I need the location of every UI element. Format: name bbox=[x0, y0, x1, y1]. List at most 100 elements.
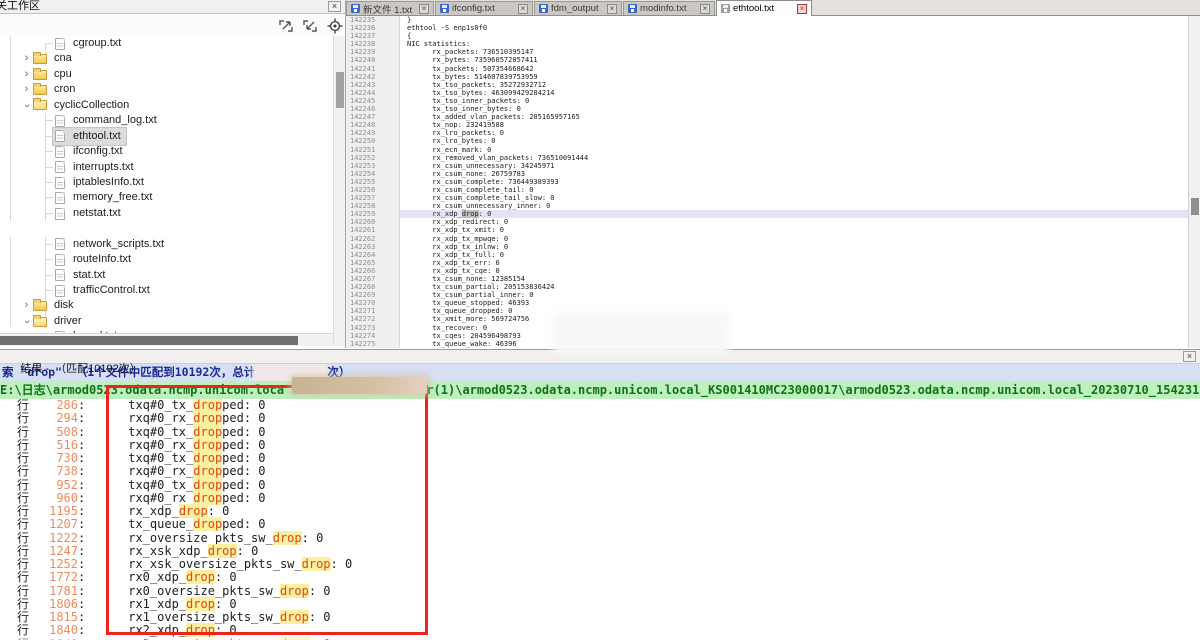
chevron-down-icon[interactable]: › bbox=[19, 99, 34, 112]
search-summary-row[interactable]: 索 "drop" （1个文件中匹配到10192次，总计次） bbox=[0, 364, 1200, 381]
result-row[interactable]: 行1781:rx0_oversize_pkts_sw_drop: 0 bbox=[0, 585, 1200, 598]
editor-area[interactable]: 142235}142236ethtool -S enp1s0f0142237{1… bbox=[346, 16, 1188, 348]
editor-line[interactable]: 142249 rx_lro_packets: 0 bbox=[346, 129, 1188, 137]
tree-item-memory_free-txt[interactable]: memory_free.txt bbox=[0, 190, 333, 205]
result-row[interactable]: 行1772:rx0_xdp_drop: 0 bbox=[0, 571, 1200, 584]
result-row[interactable]: 行1252:rx_xsk_oversize_pkts_sw_drop: 0 bbox=[0, 558, 1200, 571]
result-row[interactable]: 行508:txq#0_tx_dropped: 0 bbox=[0, 426, 1200, 439]
editor-line[interactable]: 142241 tx_packets: 507354668642 bbox=[346, 65, 1188, 73]
tab-close-icon[interactable]: × bbox=[419, 4, 429, 14]
tree-item-disk[interactable]: ›disk bbox=[0, 298, 333, 313]
editor-line[interactable]: 142272 tx_xmit_more: 569724756 bbox=[346, 315, 1188, 323]
result-row[interactable]: 行1222:rx_oversize_pkts_sw_drop: 0 bbox=[0, 532, 1200, 545]
tree-item-cycliccollection[interactable]: ›cyclicCollection bbox=[0, 98, 333, 113]
result-row[interactable]: 行286:txq#0_tx_dropped: 0 bbox=[0, 399, 1200, 412]
result-row[interactable]: 行730:txq#0_tx_dropped: 0 bbox=[0, 452, 1200, 465]
editor-line[interactable]: 142259 rx_xdp_drop: 0 bbox=[346, 210, 1188, 218]
editor-line[interactable]: 142260 rx_xdp_redirect: 0 bbox=[346, 218, 1188, 226]
result-row[interactable]: 行960:rxq#0_rx_dropped: 0 bbox=[0, 492, 1200, 505]
tab-ifconfig-txt[interactable]: ifconfig.txt× bbox=[435, 1, 533, 15]
chevron-right-icon[interactable]: › bbox=[20, 51, 33, 66]
tab-close-icon[interactable]: × bbox=[518, 4, 528, 14]
editor-line[interactable]: 142242 tx_bytes: 514607839753959 bbox=[346, 73, 1188, 81]
editor-line[interactable]: 142239 rx_packets: 736510395147 bbox=[346, 48, 1188, 56]
editor-line[interactable]: 142254 rx_csum_none: 26759783 bbox=[346, 170, 1188, 178]
result-row[interactable]: 行738:rxq#0_rx_dropped: 0 bbox=[0, 465, 1200, 478]
editor-line[interactable]: 142273 tx_recover: 0 bbox=[346, 324, 1188, 332]
result-row[interactable]: 行952:txq#0_tx_dropped: 0 bbox=[0, 479, 1200, 492]
editor-line[interactable]: 142256 rx_csum_complete_tail: 0 bbox=[346, 186, 1188, 194]
editor-line[interactable]: 142253 rx_csum_unnecessary: 34245971 bbox=[346, 162, 1188, 170]
tree-item-command_log-txt[interactable]: command_log.txt bbox=[0, 113, 333, 128]
expand-window-icon[interactable] bbox=[278, 18, 294, 34]
editor-line[interactable]: 142258 rx_csum_unnecessary_inner: 0 bbox=[346, 202, 1188, 210]
tree-item-stat-txt[interactable]: stat.txt bbox=[0, 268, 333, 283]
editor-line[interactable]: 142275 tx_queue_wake: 46396 bbox=[346, 340, 1188, 348]
chevron-right-icon[interactable]: › bbox=[20, 82, 33, 97]
tree-item-cgroup-txt[interactable]: cgroup.txt bbox=[0, 36, 333, 51]
tree-item-ifconfig-txt[interactable]: ifconfig.txt bbox=[0, 144, 333, 159]
editor-line[interactable]: 142262 rx_xdp_tx_mpwqe: 0 bbox=[346, 235, 1188, 243]
editor-line[interactable]: 142268 tx_csum_partial: 205153836424 bbox=[346, 283, 1188, 291]
tree-item-routeinfo-txt[interactable]: routeInfo.txt bbox=[0, 252, 333, 267]
editor-line[interactable]: 142267 tx_csum_none: 12385154 bbox=[346, 275, 1188, 283]
tree-item-iptablesinfo-txt[interactable]: iptablesInfo.txt bbox=[0, 175, 333, 190]
editor-line[interactable]: 142270 tx_queue_stopped: 46393 bbox=[346, 299, 1188, 307]
editor-line[interactable]: 142263 rx_xdp_tx_inlnw: 0 bbox=[346, 243, 1188, 251]
tab-modinfo-txt[interactable]: modinfo.txt× bbox=[623, 1, 715, 15]
tree-item-cron[interactable]: ›cron bbox=[0, 82, 333, 97]
workspace-close-icon[interactable]: × bbox=[328, 1, 341, 12]
tab-close-icon[interactable]: × bbox=[797, 4, 807, 14]
result-row[interactable]: 行1806:rx1_xdp_drop: 0 bbox=[0, 598, 1200, 611]
editor-line[interactable]: 142271 tx_queue_dropped: 0 bbox=[346, 307, 1188, 315]
result-row[interactable]: 行294:rxq#0_rx_dropped: 0 bbox=[0, 412, 1200, 425]
editor-line[interactable]: 142255 rx_csum_complete: 736449389393 bbox=[346, 178, 1188, 186]
scrollbar-thumb[interactable] bbox=[336, 72, 344, 108]
editor-line[interactable]: 142240 rx_bytes: 735960572057411 bbox=[346, 56, 1188, 64]
editor-line[interactable]: 142252 rx_removed_vlan_packets: 73651009… bbox=[346, 154, 1188, 162]
tree-item-trafficcontrol-txt[interactable]: trafficControl.txt bbox=[0, 283, 333, 298]
editor-line[interactable]: 142237{ bbox=[346, 32, 1188, 40]
tab--1-txt[interactable]: 新文件 1.txt× bbox=[346, 1, 434, 15]
editor-line[interactable]: 142238NIC statistics: bbox=[346, 40, 1188, 48]
tree-item-cpu[interactable]: ›cpu bbox=[0, 67, 333, 82]
tree-item-network_scripts-txt[interactable]: network_scripts.txt bbox=[0, 237, 333, 252]
editor-line[interactable]: 142269 tx_csum_partial_inner: 0 bbox=[346, 291, 1188, 299]
locate-file-icon[interactable] bbox=[327, 18, 343, 34]
chevron-right-icon[interactable]: › bbox=[20, 298, 33, 313]
tree-horizontal-scrollbar[interactable] bbox=[0, 333, 333, 346]
result-row[interactable]: 行1195:rx_xdp_drop: 0 bbox=[0, 505, 1200, 518]
tree-item-cna[interactable]: ›cna bbox=[0, 51, 333, 66]
editor-line[interactable]: 142274 tx_cqes: 204596498793 bbox=[346, 332, 1188, 340]
tree-vertical-scrollbar[interactable] bbox=[333, 36, 345, 346]
editor-line[interactable]: 142261 rx_xdp_tx_xmit: 0 bbox=[346, 226, 1188, 234]
tree-item-netstat-txt[interactable]: netstat.txt bbox=[0, 206, 333, 221]
editor-line[interactable]: 142265 rx_xdp_tx_err: 0 bbox=[346, 259, 1188, 267]
editor-line[interactable]: 142245 tx_tso_inner_packets: 0 bbox=[346, 97, 1188, 105]
tab-fdm_output[interactable]: fdm_output× bbox=[534, 1, 622, 15]
collapse-window-icon[interactable] bbox=[302, 18, 318, 34]
chevron-down-icon[interactable]: › bbox=[19, 315, 34, 328]
scrollbar-thumb[interactable] bbox=[0, 336, 298, 345]
result-row[interactable]: 行1815:rx1_oversize_pkts_sw_drop: 0 bbox=[0, 611, 1200, 624]
editor-line[interactable]: 142250 rx_lro_bytes: 0 bbox=[346, 137, 1188, 145]
tree-item-interrupts-txt[interactable]: interrupts.txt bbox=[0, 160, 333, 175]
editor-line[interactable]: 142244 tx_tso_bytes: 463099429284214 bbox=[346, 89, 1188, 97]
editor-line[interactable]: 142247 tx_added_vlan_packets: 2051659571… bbox=[346, 113, 1188, 121]
editor-line[interactable]: 142246 tx_tso_inner_bytes: 0 bbox=[346, 105, 1188, 113]
result-row[interactable]: 行1207:tx_queue_dropped: 0 bbox=[0, 518, 1200, 531]
chevron-right-icon[interactable]: › bbox=[20, 67, 33, 82]
editor-line[interactable]: 142243 tx_tso_packets: 35272932712 bbox=[346, 81, 1188, 89]
editor-line[interactable]: 142264 rx_xdp_tx_full: 0 bbox=[346, 251, 1188, 259]
results-close-icon[interactable]: × bbox=[1183, 351, 1196, 362]
tab-ethtool-txt[interactable]: ethtool.txt× bbox=[716, 0, 812, 16]
editor-line[interactable]: 142251 rx_ecn_mark: 0 bbox=[346, 146, 1188, 154]
result-row[interactable]: 行1247:rx_xsk_xdp_drop: 0 bbox=[0, 545, 1200, 558]
tree-item-driver[interactable]: ›driver bbox=[0, 314, 333, 329]
editor-line[interactable]: 142235} bbox=[346, 16, 1188, 24]
scrollbar-thumb[interactable] bbox=[1191, 198, 1199, 215]
tab-close-icon[interactable]: × bbox=[700, 4, 710, 14]
editor-line[interactable]: 142257 rx_csum_complete_tail_slow: 0 bbox=[346, 194, 1188, 202]
editor-line[interactable]: 142248 tx_nop: 232419588 bbox=[346, 121, 1188, 129]
tab-close-icon[interactable]: × bbox=[607, 4, 617, 14]
